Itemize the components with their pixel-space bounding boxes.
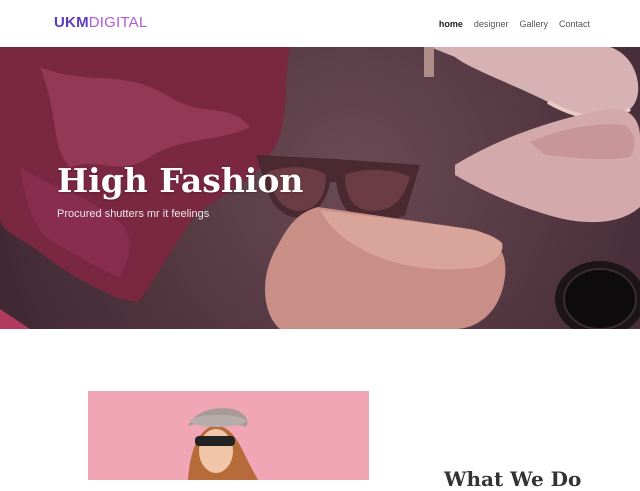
hero-banner: High Fashion Procured shutters mr it fee… (0, 47, 640, 329)
compact-rim (563, 268, 637, 329)
model-face (199, 429, 233, 473)
logo-light-text: DIGITAL (88, 14, 148, 31)
site-header: UKMDIGITAL home designer Gallery Contact (0, 0, 640, 47)
main-nav: home designer Gallery Contact (439, 18, 590, 30)
logo-bold-text: UKM (54, 14, 89, 31)
section-title: What We Do (444, 467, 582, 491)
velvet-fabric-corner (0, 309, 30, 329)
model-photo (88, 391, 369, 480)
nav-contact-link[interactable]: Contact (559, 18, 590, 30)
hero-subtitle: Procured shutters mr it feelings (57, 208, 210, 220)
nav-home-link[interactable]: home (439, 18, 463, 30)
shoe-heel (424, 47, 434, 77)
model-illustration (188, 407, 258, 480)
shoe-top (430, 47, 639, 118)
site-logo[interactable]: UKMDIGITAL (54, 14, 147, 32)
hero-title: High Fashion (57, 161, 304, 200)
nav-gallery-link[interactable]: Gallery (519, 18, 548, 30)
nav-designer-link[interactable]: designer (474, 18, 509, 30)
model-sunglasses (195, 436, 235, 446)
model-hat-brim (190, 415, 246, 427)
